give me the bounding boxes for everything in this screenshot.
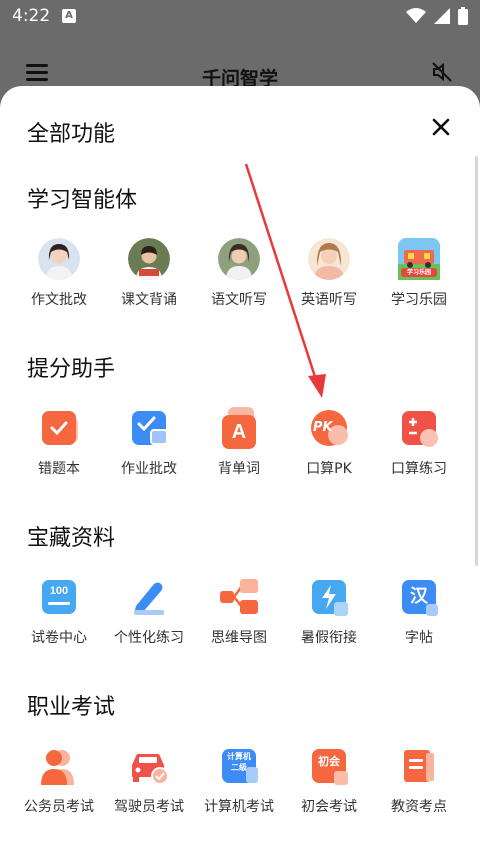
exam-paper-icon: 100 bbox=[38, 576, 80, 618]
feature-civil-servant-exam[interactable]: 公务员考试 bbox=[14, 745, 104, 816]
mindmap-icon bbox=[218, 576, 260, 618]
feature-label: 试卷中心 bbox=[31, 630, 87, 646]
feature-label: 计算机考试 bbox=[204, 799, 274, 815]
feature-label: 初会考试 bbox=[301, 799, 357, 815]
pen-icon bbox=[128, 576, 170, 618]
feature-label: 公务员考试 bbox=[24, 799, 94, 815]
car-icon bbox=[128, 745, 170, 787]
feature-label: 驾驶员考试 bbox=[114, 799, 184, 815]
notification-a-icon: A bbox=[62, 9, 76, 23]
feature-personalized-practice[interactable]: 个性化练习 bbox=[104, 576, 194, 647]
feature-driver-exam[interactable]: 驾驶员考试 bbox=[104, 745, 194, 816]
annotation-arrow bbox=[244, 163, 326, 398]
feature-label: 暑假衔接 bbox=[301, 630, 357, 646]
all-features-sheet: 全部功能 学习智能体 作文批改 课文背诵 语文听写 英语听写 学习乐园 学习乐园… bbox=[0, 86, 480, 852]
feature-computer-exam[interactable]: 计算机二级 计算机考试 bbox=[194, 745, 284, 816]
feature-summer-bridge[interactable]: 暑假衔接 bbox=[284, 576, 374, 647]
teacher-book-icon bbox=[398, 745, 440, 787]
wifi-icon bbox=[406, 8, 426, 23]
feature-copybook[interactable]: 汉 字帖 bbox=[374, 576, 464, 647]
feature-exam-center[interactable]: 100 试卷中心 bbox=[14, 576, 104, 647]
battery-icon bbox=[458, 7, 468, 25]
lightning-icon bbox=[308, 576, 350, 618]
feature-label: 字帖 bbox=[405, 630, 433, 646]
section-title: 职业考试 bbox=[27, 695, 116, 720]
feature-junior-accounting-exam[interactable]: 初会 初会考试 bbox=[284, 745, 374, 816]
computer-exam-icon: 计算机二级 bbox=[218, 745, 260, 787]
accounting-exam-icon: 初会 bbox=[308, 745, 350, 787]
signal-icon bbox=[434, 8, 450, 24]
status-icons bbox=[406, 7, 468, 25]
mute-icon[interactable] bbox=[430, 60, 454, 84]
feature-label: 个性化练习 bbox=[114, 630, 184, 646]
feature-mind-map[interactable]: 思维导图 bbox=[194, 576, 284, 647]
feature-label: 思维导图 bbox=[211, 630, 267, 646]
civil-servant-icon bbox=[38, 745, 80, 787]
feature-label: 教资考点 bbox=[391, 799, 447, 815]
section-title: 宝藏资料 bbox=[27, 526, 116, 551]
status-bar: 4:22 A bbox=[0, 0, 480, 34]
copybook-icon: 汉 bbox=[398, 576, 440, 618]
exam-glyph: 100 bbox=[49, 585, 69, 597]
status-time: 4:22 bbox=[12, 6, 51, 26]
feature-teacher-cert-points[interactable]: 教资考点 bbox=[374, 745, 464, 816]
